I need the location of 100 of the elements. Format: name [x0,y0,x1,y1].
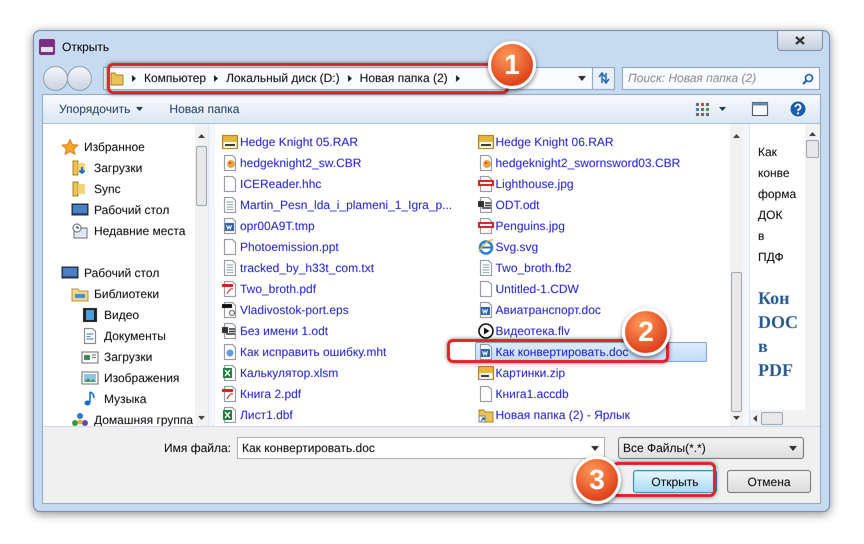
scrollbar[interactable] [730,124,743,426]
file-item[interactable]: Two_broth.fb2 [474,258,575,278]
scrollbar[interactable] [195,124,208,426]
file-item[interactable]: ICEReader.hhc [219,174,324,194]
file-type-dropdown[interactable]: Все Файлы(*.*) [618,437,804,459]
file-name-label: Имя файла: [163,440,232,457]
preview-text: форма [758,186,798,203]
preview-text: в [758,335,769,358]
file-item[interactable]: tracked_by_h33t_com.txt [219,258,378,278]
navigation-item[interactable]: Видео [43,304,195,325]
scroll-down-icon[interactable] [733,416,740,420]
document-icon [81,328,99,344]
navigation-item[interactable]: Документы [43,325,195,346]
image-file-icon [478,176,494,192]
refresh-icon [596,72,610,84]
navigation-item[interactable]: Рабочий стол [43,199,195,220]
file-item[interactable]: Без имени 1.odt [219,321,332,341]
preview-text: DOC [758,311,799,334]
open-button[interactable]: Открыть [633,470,717,493]
file-item[interactable]: Как исправить ошибку.mht [219,342,390,362]
new-folder-button[interactable]: Новая папка [159,98,250,120]
file-item[interactable]: Калькулятор.xlsm [219,363,342,383]
file-item[interactable]: Photoemission.ppt [219,237,342,257]
file-item[interactable]: Картинки.zip [474,363,568,383]
navigation-item[interactable]: Недавние места [43,220,195,241]
search-icon [802,72,814,84]
file-item[interactable]: Untitled-1.CDW [474,279,582,299]
file-item[interactable]: Hedge Knight 06.RAR [474,132,617,152]
navigation-item[interactable]: Загрузки [43,346,195,367]
scroll-up-icon[interactable] [733,134,740,138]
archive-icon [478,365,494,381]
preview-text: Кон [758,287,791,310]
file-item[interactable]: Svg.svg [474,237,542,257]
browser-icon [478,239,494,255]
file-item[interactable]: Penguins.jpg [474,216,568,236]
close-button[interactable] [777,31,823,51]
file-item[interactable]: Lighthouse.jpg [474,174,577,194]
navigation-item[interactable]: Музыка [43,388,195,409]
page-icon [222,176,238,192]
page-icon [478,281,494,297]
file-item[interactable]: Two_broth.pdf [219,279,320,299]
file-item[interactable]: Новая папка (2) - Ярлык [474,405,633,425]
file-item[interactable]: Martin_Pesn_lda_i_plameni_1_Igra_p... [219,195,456,215]
navigation-item[interactable]: Sync [43,178,195,199]
cancel-button[interactable]: Отмена [727,470,811,493]
scroll-thumb[interactable] [806,140,819,158]
file-item[interactable]: Книга 2.pdf [219,384,304,404]
refresh-button[interactable] [593,66,615,90]
scroll-up-icon[interactable] [809,132,816,136]
file-item[interactable]: hedgeknight2_sw.CBR [219,153,364,173]
breadcrumb-arrow-icon [214,74,218,82]
breadcrumb-item[interactable]: Новая папка (2) [360,69,448,87]
breadcrumb-arrow-icon [456,74,460,82]
word-document-icon [478,344,494,360]
scrollbar[interactable] [805,124,820,410]
file-item[interactable]: ODT.odt [474,195,543,215]
window-title: Открыть [62,38,110,56]
scroll-down-icon[interactable] [198,416,205,420]
file-item[interactable]: Видеотека.flv [474,321,573,341]
file-item[interactable]: Hedge Knight 05.RAR [219,132,362,152]
scroll-thumb[interactable] [761,412,783,424]
file-item[interactable]: Книга1.accdb [474,384,572,404]
preview-text: ДОК [758,207,784,224]
scroll-thumb[interactable] [731,272,742,412]
navigation-item[interactable]: Изображения [43,367,195,388]
navigation-item[interactable]: Избранное [43,136,195,157]
breadcrumb-item[interactable]: Компьютер [144,69,206,87]
pdf-icon [222,386,238,402]
preview-text: Как [758,144,778,161]
dropdown-arrow-icon [789,446,797,450]
dropdown-arrow-icon[interactable] [578,76,586,80]
text-page-icon [222,260,238,276]
breadcrumb-item[interactable]: Локальный диск (D:) [226,69,340,87]
scroll-left-icon[interactable] [753,414,757,422]
file-item[interactable]: opr00A9T.tmp [219,216,318,236]
desktop-icon [61,264,79,280]
breadcrumb-arrow-icon [348,74,352,82]
search-field[interactable]: Поиск: Новая папка (2) [622,66,820,90]
caret-icon [719,107,726,111]
recent-places-icon [71,222,89,238]
homegroup-icon [71,412,89,426]
dropdown-arrow-icon[interactable] [591,446,599,451]
navigation-item[interactable]: Рабочий стол [43,262,195,283]
web-page-icon [222,344,238,360]
file-item[interactable]: Vladivostok-port.eps [219,300,352,320]
file-item[interactable]: Авиатранспорт.doc [474,300,604,320]
text-document-icon [222,323,238,339]
organize-button[interactable]: Упорядочить [49,98,154,120]
text-page-icon [222,197,238,213]
navigation-item[interactable]: Библиотеки [43,283,195,304]
file-item[interactable]: hedgeknight2_swornsword03.CBR [474,153,684,173]
file-name-field[interactable]: Как конвертировать.doc [237,437,605,459]
file-item[interactable]: Лист1.dbf [219,405,296,425]
scroll-thumb[interactable] [196,146,207,206]
navigation-item[interactable]: Загрузки [43,157,195,178]
horizontal-scrollbar[interactable] [750,410,820,426]
scroll-up-icon[interactable] [198,134,205,138]
help-icon [790,101,806,117]
navigation-item[interactable]: Домашняя группа [43,409,195,426]
preview-pane-icon [752,102,768,116]
